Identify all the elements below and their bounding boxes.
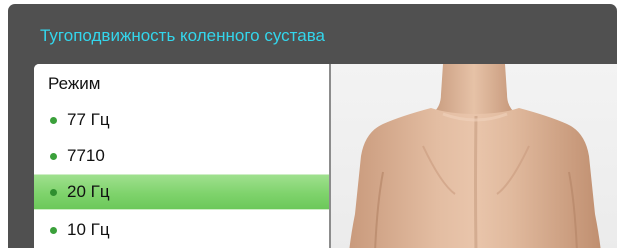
content-panel: Режим 77 Гц 7710 20 Гц 10 Гц bbox=[34, 64, 617, 248]
bullet-icon bbox=[50, 152, 57, 160]
program-window: Тугоподвижность коленного сустава Режим … bbox=[8, 4, 617, 248]
mode-item-label: 77 Гц bbox=[67, 110, 110, 129]
program-title: Тугоподвижность коленного сустава bbox=[40, 26, 325, 45]
bullet-icon bbox=[50, 226, 57, 234]
mode-item-10hz[interactable]: 10 Гц bbox=[34, 212, 329, 248]
mode-item-7710[interactable]: 7710 bbox=[34, 138, 329, 174]
bullet-icon bbox=[50, 188, 57, 196]
body-image-area bbox=[331, 64, 617, 248]
mode-list-header: Режим bbox=[48, 74, 101, 93]
mode-item-77hz[interactable]: 77 Гц bbox=[34, 102, 329, 138]
mode-item-20hz[interactable]: 20 Гц bbox=[34, 174, 329, 210]
mode-item-label: 7710 bbox=[67, 146, 105, 165]
bullet-icon bbox=[50, 116, 57, 124]
mode-item-label: 10 Гц bbox=[67, 220, 110, 239]
human-back-icon bbox=[349, 64, 601, 248]
mode-list: Режим 77 Гц 7710 20 Гц 10 Гц bbox=[34, 64, 331, 248]
mode-item-label: 20 Гц bbox=[67, 182, 110, 201]
